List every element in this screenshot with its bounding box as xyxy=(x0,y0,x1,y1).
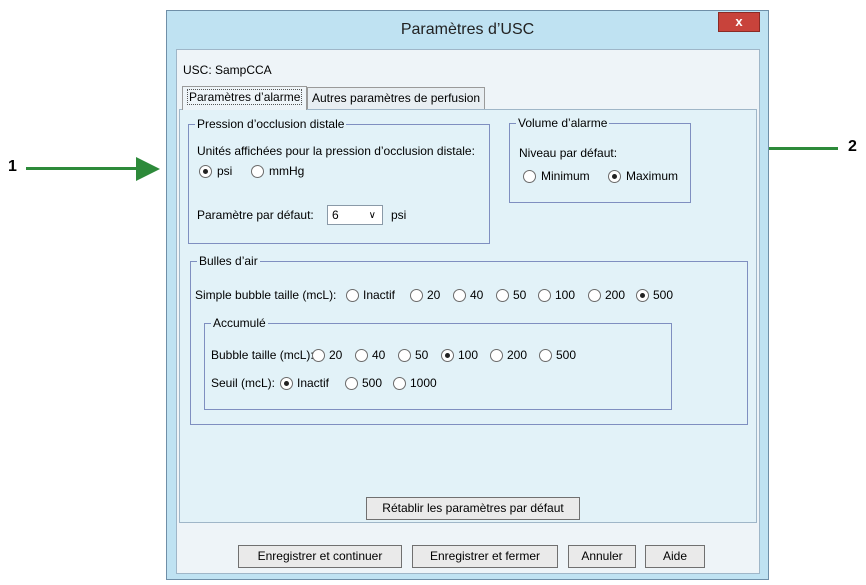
accumulated-legend: Accumulé xyxy=(211,316,268,330)
units-mmhg-radio[interactable] xyxy=(251,165,264,178)
callout-1-label: 1 xyxy=(8,158,17,175)
single-20-label: 20 xyxy=(427,288,441,302)
default-level-label: Niveau par défaut: xyxy=(519,146,618,160)
single-200-label: 200 xyxy=(605,288,626,302)
dialog-body: USC: SampCCA Paramètres d’alarme Autres … xyxy=(176,49,760,574)
chevron-down-icon: ∨ xyxy=(368,210,376,221)
single-50-label: 50 xyxy=(513,288,527,302)
cancel-button[interactable]: Annuler xyxy=(568,545,636,568)
units-psi-radio[interactable] xyxy=(199,165,212,178)
tab-label: Autres paramètres de perfusion xyxy=(312,91,481,105)
accumulated-group: Accumulé Bubble taille (mcL): 20 40 50 1… xyxy=(204,316,672,410)
single-100-radio[interactable] xyxy=(538,289,551,302)
accum-size-100-label: 100 xyxy=(458,348,479,362)
accum-size-200-radio[interactable] xyxy=(490,349,503,362)
accum-size-20-radio[interactable] xyxy=(312,349,325,362)
units-label: Unités affichées pour la pression d’occl… xyxy=(197,144,475,158)
tab-label: Paramètres d’alarme xyxy=(187,89,303,105)
close-button[interactable]: x xyxy=(718,12,760,32)
threshold-1000-radio[interactable] xyxy=(393,377,406,390)
usc-label: USC: SampCCA xyxy=(183,63,272,77)
accum-size-50-label: 50 xyxy=(415,348,429,362)
accum-size-40-label: 40 xyxy=(372,348,386,362)
single-bubble-label: Simple bubble taille (mcL): xyxy=(195,288,337,302)
threshold-inactif-label: Inactif xyxy=(297,376,330,390)
callout-1-arrow-line xyxy=(26,167,138,170)
air-bubbles-legend: Bulles d’air xyxy=(197,254,260,268)
threshold-label: Seuil (mcL): xyxy=(211,376,276,390)
tab-other-infusion-settings[interactable]: Autres paramètres de perfusion xyxy=(307,87,486,109)
default-pressure-label: Paramètre par défaut: xyxy=(197,208,314,222)
title-bar: Paramètres d’USC x xyxy=(167,11,768,49)
save-continue-button[interactable]: Enregistrer et continuer xyxy=(238,545,402,568)
alarm-volume-group: Volume d’alarme Niveau par défaut: Minim… xyxy=(509,116,691,203)
threshold-1000-label: 1000 xyxy=(410,376,437,390)
save-close-button[interactable]: Enregistrer et fermer xyxy=(412,545,558,568)
accum-size-20-label: 20 xyxy=(329,348,343,362)
callout-1-arrow-head xyxy=(136,157,160,181)
occlusion-group: Pression d’occlusion distale Unités affi… xyxy=(188,117,490,244)
alarm-volume-legend: Volume d’alarme xyxy=(516,116,610,130)
accum-size-500-label: 500 xyxy=(556,348,577,362)
threshold-500-radio[interactable] xyxy=(345,377,358,390)
reset-defaults-button[interactable]: Rétablir les paramètres par défaut xyxy=(366,497,580,520)
accum-size-40-radio[interactable] xyxy=(355,349,368,362)
single-20-radio[interactable] xyxy=(410,289,423,302)
default-pressure-unit: psi xyxy=(391,208,407,222)
callout-2-label: 2 xyxy=(848,138,857,155)
single-200-radio[interactable] xyxy=(588,289,601,302)
volume-maximum-radio[interactable] xyxy=(608,170,621,183)
settings-dialog: Paramètres d’USC x USC: SampCCA Paramètr… xyxy=(166,10,769,580)
occlusion-legend: Pression d’occlusion distale xyxy=(195,117,347,131)
single-40-radio[interactable] xyxy=(453,289,466,302)
threshold-inactif-radio[interactable] xyxy=(280,377,293,390)
close-icon: x xyxy=(735,14,743,29)
accum-size-label: Bubble taille (mcL): xyxy=(211,348,314,362)
air-bubbles-group: Bulles d’air Simple bubble taille (mcL):… xyxy=(190,254,748,425)
single-inactif-label: Inactif xyxy=(363,288,396,302)
units-psi-label: psi xyxy=(217,164,233,178)
single-inactif-radio[interactable] xyxy=(346,289,359,302)
help-button[interactable]: Aide xyxy=(645,545,705,568)
default-pressure-value: 6 xyxy=(332,208,339,222)
single-500-radio[interactable] xyxy=(636,289,649,302)
accum-size-50-radio[interactable] xyxy=(398,349,411,362)
single-50-radio[interactable] xyxy=(496,289,509,302)
default-pressure-select[interactable]: 6 ∨ xyxy=(327,205,383,225)
volume-minimum-radio[interactable] xyxy=(523,170,536,183)
tab-alarm-settings[interactable]: Paramètres d’alarme xyxy=(182,86,308,110)
accum-size-200-label: 200 xyxy=(507,348,528,362)
accum-size-500-radio[interactable] xyxy=(539,349,552,362)
single-40-label: 40 xyxy=(470,288,484,302)
single-100-label: 100 xyxy=(555,288,576,302)
volume-maximum-label: Maximum xyxy=(626,169,679,183)
accum-size-100-radio[interactable] xyxy=(441,349,454,362)
threshold-500-label: 500 xyxy=(362,376,383,390)
dialog-title: Paramètres d’USC xyxy=(400,21,535,38)
units-mmhg-label: mmHg xyxy=(269,164,305,178)
alarm-settings-panel: Pression d’occlusion distale Unités affi… xyxy=(179,109,757,523)
volume-minimum-label: Minimum xyxy=(541,169,590,183)
single-500-label: 500 xyxy=(653,288,674,302)
